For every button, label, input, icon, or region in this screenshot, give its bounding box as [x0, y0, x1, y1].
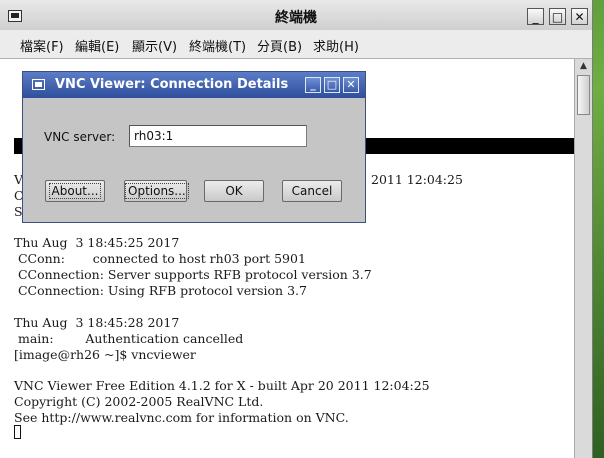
- terminal-line: VNC Viewer Free Edition 4.1.2 for X - bu…: [14, 378, 430, 393]
- terminal-line: Thu Aug 3 18:45:28 2017: [14, 315, 180, 330]
- scroll-up-arrow-icon[interactable]: ▲: [575, 59, 592, 74]
- maximize-button[interactable]: □: [549, 8, 566, 25]
- minimize-button[interactable]: _: [527, 8, 544, 25]
- ok-button[interactable]: OK: [204, 180, 264, 202]
- options-button-label: Options...: [125, 183, 189, 199]
- terminal-scrollbar[interactable]: ▲: [574, 59, 592, 458]
- options-button[interactable]: Options...: [124, 180, 189, 202]
- terminal-line: See http://www.realvnc.com for informati…: [14, 410, 349, 425]
- cancel-button[interactable]: Cancel: [282, 180, 342, 202]
- menu-help[interactable]: 求助(H): [313, 36, 359, 55]
- dialog-body: VNC server: About... Options... OK Cance…: [23, 98, 365, 222]
- terminal-line: main: Authentication cancelled: [14, 331, 244, 346]
- dialog-title: VNC Viewer: Connection Details: [55, 77, 289, 92]
- about-button-label: About...: [48, 183, 102, 199]
- close-button[interactable]: ✕: [571, 8, 588, 25]
- scrollbar-thumb[interactable]: [577, 75, 590, 115]
- dialog-minimize-button[interactable]: _: [305, 77, 321, 93]
- vnc-server-input[interactable]: [129, 125, 307, 147]
- menu-edit[interactable]: 編輯(E): [75, 36, 119, 55]
- about-button[interactable]: About...: [45, 180, 105, 202]
- terminal-line: CConn: connected to host rh03 port 5901: [14, 251, 306, 266]
- dialog-menu-icon[interactable]: [32, 79, 45, 90]
- terminal-title: 終端機: [275, 10, 317, 26]
- terminal-line: Thu Aug 3 18:45:25 2017: [14, 235, 180, 250]
- dialog-titlebar[interactable]: VNC Viewer: Connection Details _ □ ✕: [23, 72, 365, 98]
- terminal-titlebar[interactable]: 終端機 _ □ ✕: [0, 0, 592, 31]
- terminal-menubar: 檔案(F) 編輯(E) 顯示(V) 終端機(T) 分頁(B) 求助(H): [0, 30, 592, 59]
- menu-file[interactable]: 檔案(F): [20, 36, 64, 55]
- menu-terminal[interactable]: 終端機(T): [189, 36, 246, 55]
- terminal-prompt-line: [image@rh26 ~]$ vncviewer: [14, 347, 196, 362]
- terminal-cursor: [14, 425, 21, 439]
- vnc-server-label: VNC server:: [44, 130, 116, 144]
- vnc-connection-dialog: VNC Viewer: Connection Details _ □ ✕ VNC…: [22, 71, 366, 223]
- cancel-button-label: Cancel: [291, 184, 333, 198]
- terminal-line: CConnection: Server supports RFB protoco…: [14, 267, 372, 282]
- menu-tabs[interactable]: 分頁(B): [257, 36, 302, 55]
- menu-view[interactable]: 顯示(V): [132, 36, 177, 55]
- terminal-line: 2011 12:04:25: [371, 172, 463, 187]
- terminal-window: 終端機 _ □ ✕ 檔案(F) 編輯(E) 顯示(V) 終端機(T) 分頁(B)…: [0, 0, 593, 458]
- terminal-line: Copyright (C) 2002-2005 RealVNC Ltd.: [14, 394, 264, 409]
- ok-button-label: OK: [225, 184, 243, 198]
- dialog-close-button[interactable]: ✕: [343, 77, 359, 93]
- dialog-maximize-button[interactable]: □: [324, 77, 340, 93]
- terminal-line: CConnection: Using RFB protocol version …: [14, 283, 307, 298]
